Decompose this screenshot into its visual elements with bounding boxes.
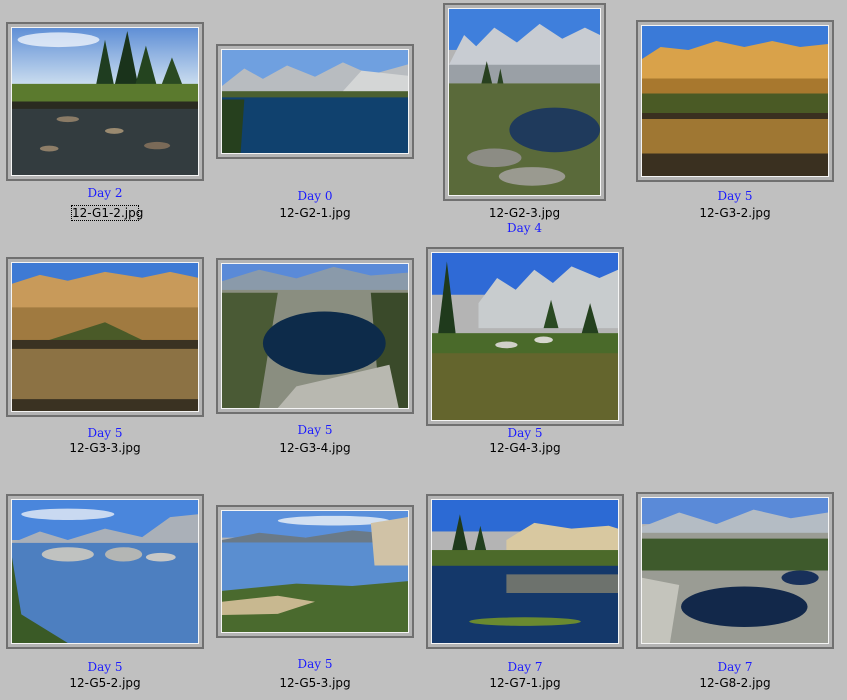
- day-link[interactable]: Day 2: [6, 186, 204, 200]
- filename-label[interactable]: 12-G5-3.jpg: [216, 676, 414, 690]
- meadow-granite-peaks-photo: [432, 253, 618, 420]
- boulder-lake-photo: [12, 500, 198, 643]
- day-link[interactable]: Day 5: [216, 657, 414, 671]
- day-link[interactable]: Day 5: [216, 423, 414, 437]
- mountain-lake-photo: [449, 9, 600, 195]
- golden-cliff-reflection-photo: [642, 26, 828, 176]
- day-link[interactable]: Day 7: [636, 660, 834, 674]
- filename-label[interactable]: 12-G3-2.jpg: [636, 206, 834, 220]
- thumbnail-frame[interactable]: [6, 22, 204, 181]
- day-link[interactable]: Day 5: [426, 426, 624, 440]
- filename-label[interactable]: 12-G2-1.jpg: [216, 206, 414, 220]
- thumbnail-frame[interactable]: [216, 258, 414, 414]
- filename-label[interactable]: 12-G3-4.jpg: [216, 441, 414, 455]
- thumbnail-frame[interactable]: [426, 494, 624, 649]
- filename-label[interactable]: 12-G2-3.jpg: [443, 206, 606, 220]
- filename-label[interactable]: 12-G3-3.jpg: [6, 441, 204, 455]
- thumbnail-gallery: Day 2 12-G1-2.jpg Day 0 12-G2-1.jpg 12-G…: [0, 0, 847, 700]
- thumbnail-frame[interactable]: [6, 494, 204, 649]
- alpine-lake-photo: [222, 50, 408, 153]
- filename-label[interactable]: 12-G8-2.jpg: [636, 676, 834, 690]
- shoreline-lake-photo: [222, 511, 408, 632]
- thumbnail-frame[interactable]: [636, 20, 834, 182]
- day-link[interactable]: Day 5: [6, 660, 204, 674]
- granite-basin-lake-photo: [642, 498, 828, 643]
- filename-label[interactable]: 12-G4-3.jpg: [426, 441, 624, 455]
- thumbnail-frame[interactable]: [443, 3, 606, 201]
- filename-label[interactable]: 12-G5-2.jpg: [6, 676, 204, 690]
- day-link[interactable]: Day 5: [636, 189, 834, 203]
- lake-reflection-photo: [12, 28, 198, 175]
- thumbnail-frame[interactable]: [216, 505, 414, 638]
- day-link[interactable]: Day 5: [6, 426, 204, 440]
- day-link[interactable]: Day 0: [216, 189, 414, 203]
- blue-lake-granite-photo: [222, 264, 408, 408]
- day-link[interactable]: Day 4: [443, 221, 606, 235]
- cliff-lake-reflection-photo: [12, 263, 198, 411]
- thumbnail-frame[interactable]: [426, 247, 624, 426]
- thumbnail-frame[interactable]: [6, 257, 204, 417]
- filename-label[interactable]: 12-G1-2.jpg: [71, 205, 143, 221]
- thumbnail-frame[interactable]: [216, 44, 414, 159]
- reflection-pond-photo: [432, 500, 618, 643]
- day-link[interactable]: Day 7: [426, 660, 624, 674]
- thumbnail-frame[interactable]: [636, 492, 834, 649]
- filename-label[interactable]: 12-G7-1.jpg: [426, 676, 624, 690]
